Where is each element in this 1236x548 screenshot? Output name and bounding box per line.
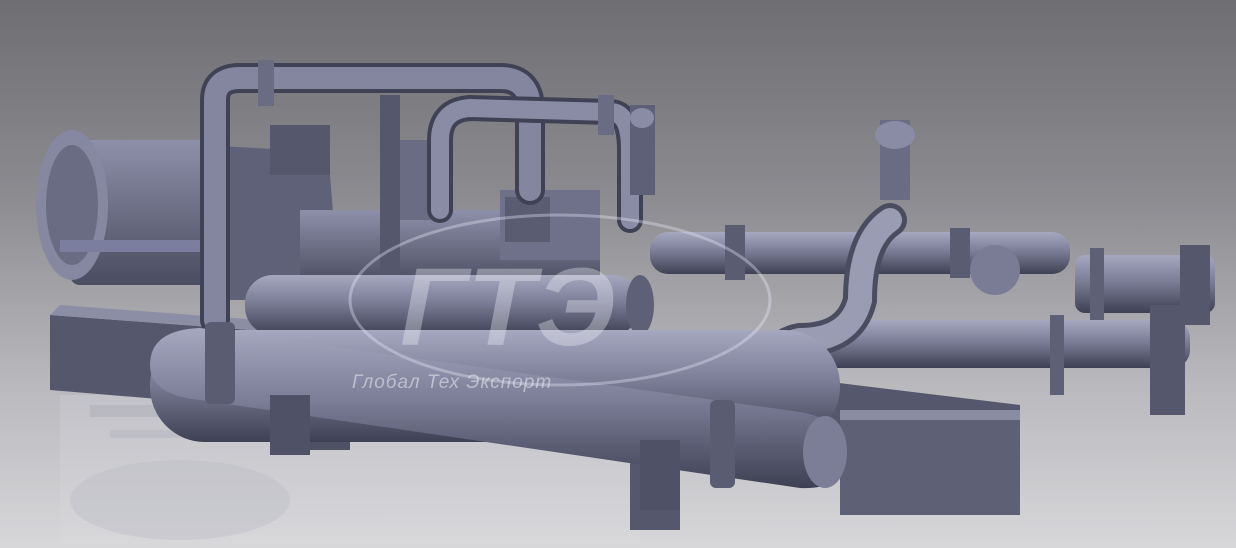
- cooler-end-cap: [803, 416, 847, 488]
- valve-tower: [630, 105, 915, 200]
- generator: [36, 125, 340, 300]
- watermark-caption: Глобал Тех Экспорт: [352, 372, 553, 393]
- machinery-render: ГТЭ: [36, 60, 1215, 545]
- pipe-flange: [598, 95, 614, 135]
- render-scene: ГТЭ Глобал Тех Экспорт: [0, 0, 1236, 548]
- cooler-support: [640, 440, 680, 510]
- pipe-flange: [258, 60, 274, 106]
- cooler-flange: [710, 400, 735, 488]
- discharge-line: [650, 225, 1215, 325]
- cooler-flange: [205, 322, 235, 404]
- cooler-support: [270, 395, 310, 455]
- watermark-logo-text: ГТЭ: [400, 246, 615, 369]
